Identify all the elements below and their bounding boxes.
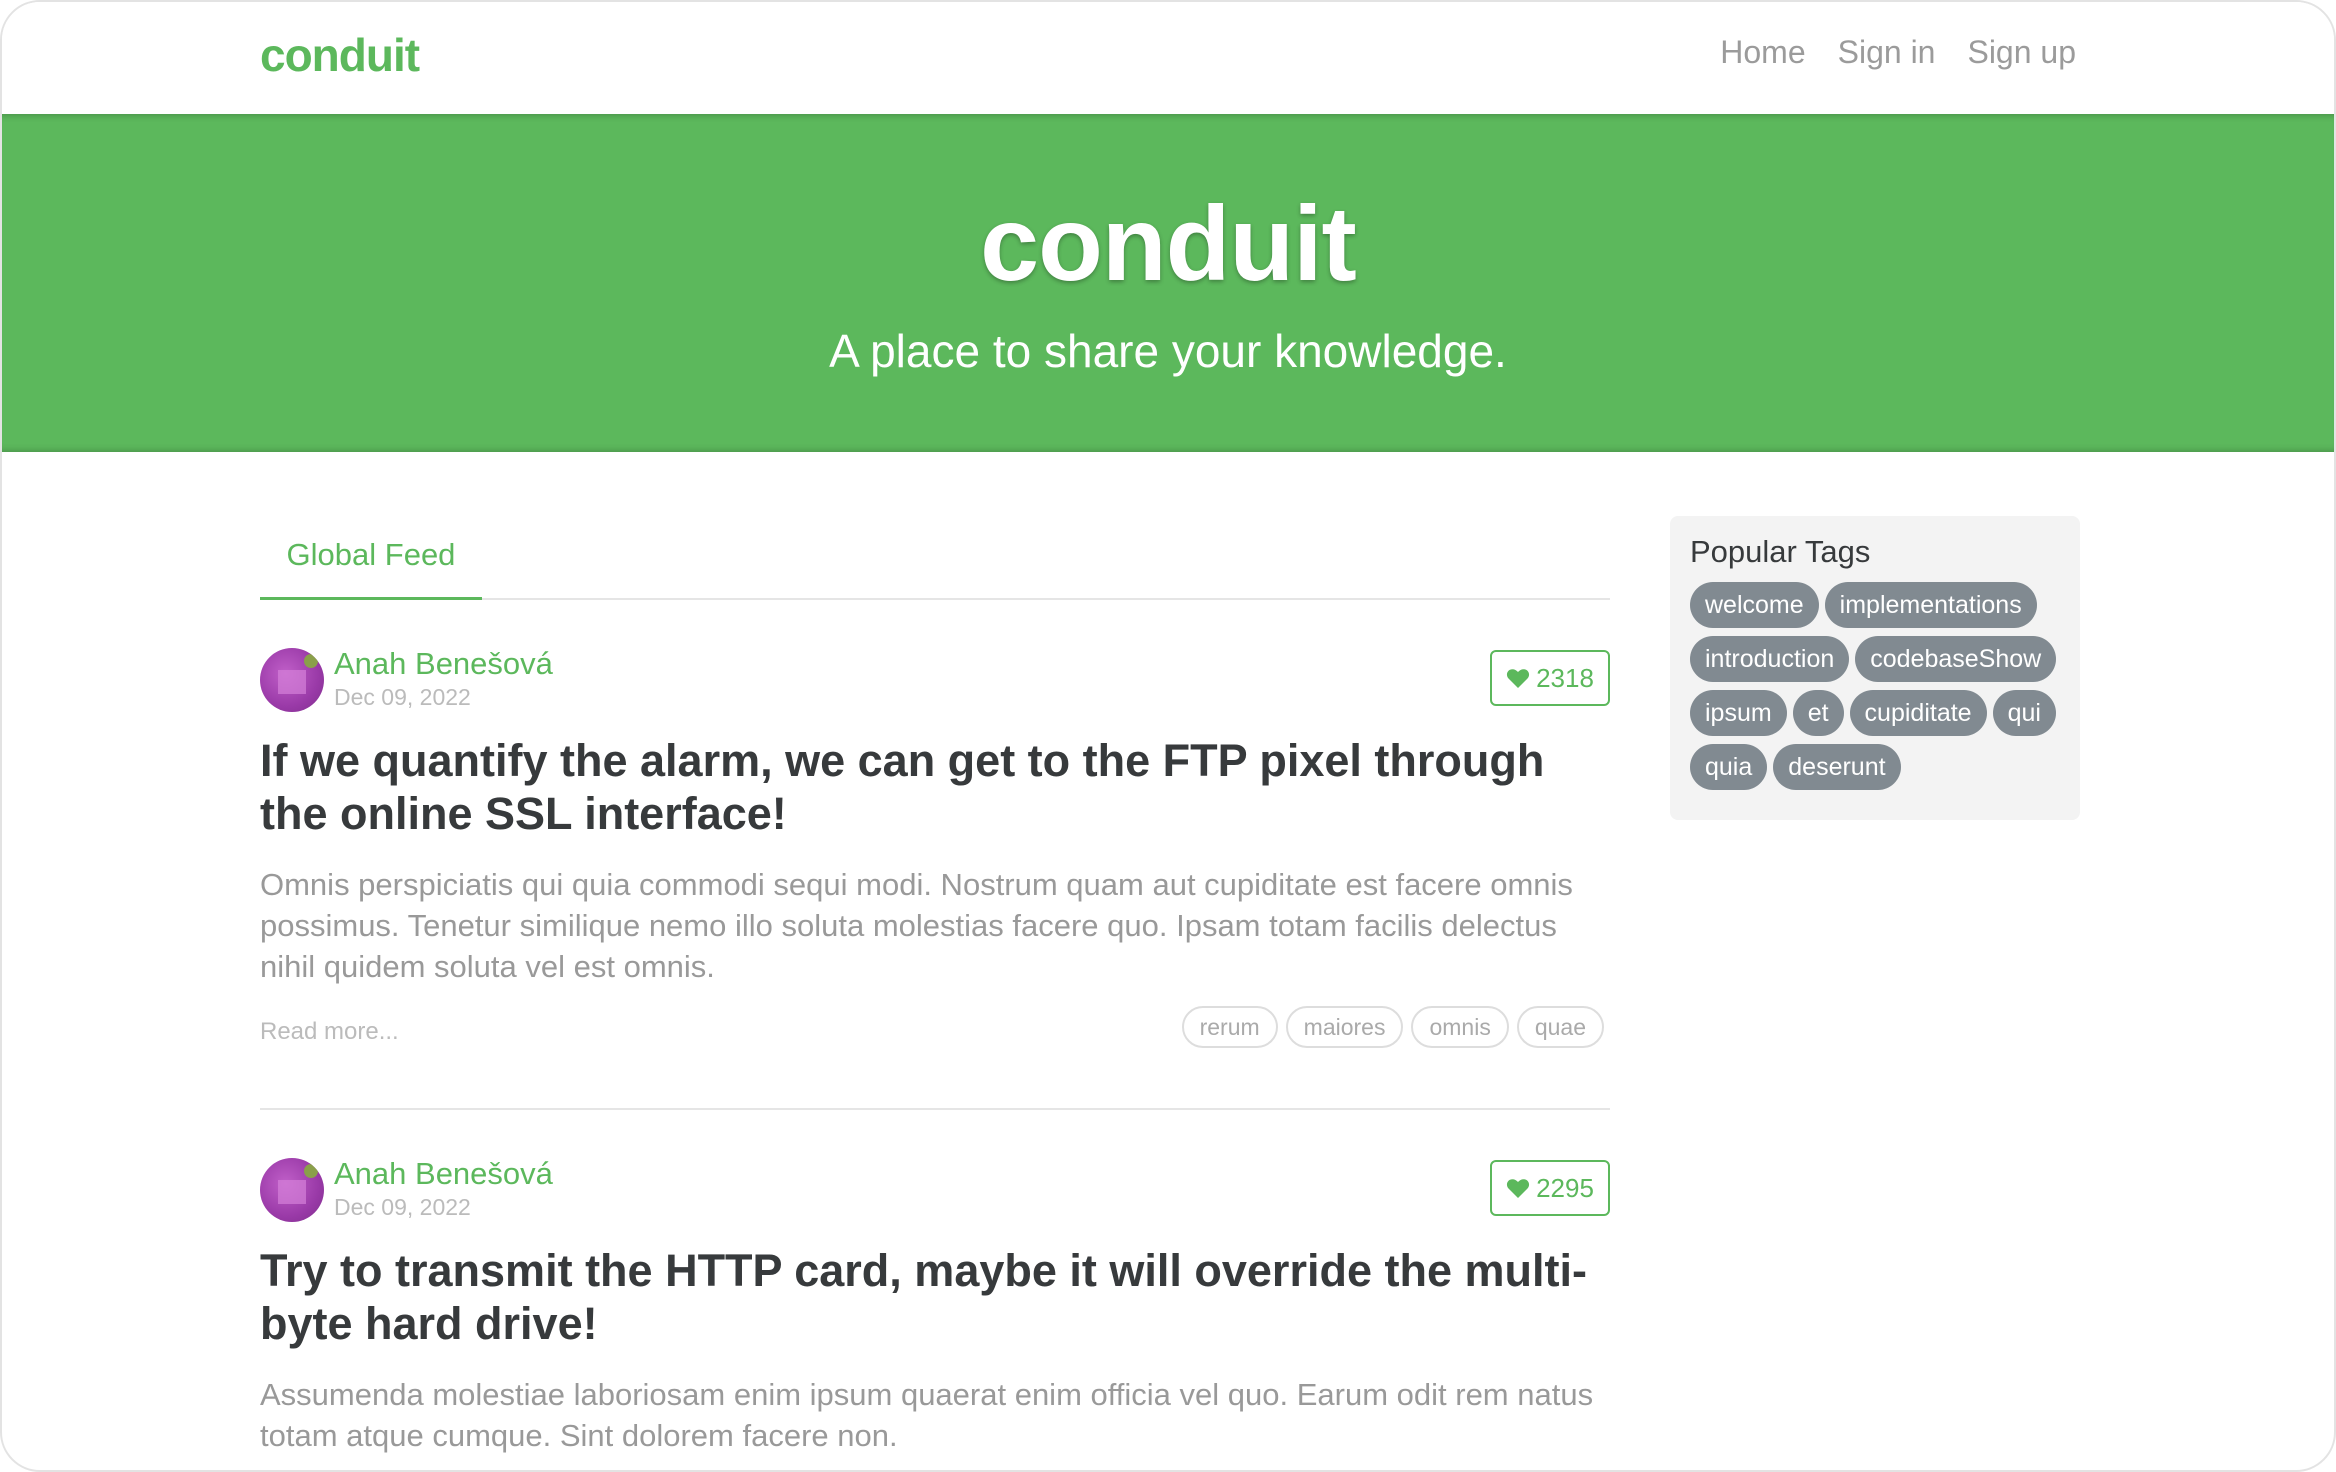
heart-icon [1507, 669, 1530, 688]
tag-pill[interactable]: welcome [1690, 582, 1819, 628]
tag-pill[interactable]: codebaseShow [1855, 636, 2057, 682]
article-feed: Global Feed Anah Benešová Dec 09, 2022 2… [260, 512, 1610, 1470]
tag-pill[interactable]: quia [1690, 744, 1768, 790]
tag-rerum[interactable]: rerum [1181, 1006, 1278, 1048]
banner-subtitle: A place to share your knowledge. [829, 325, 1507, 377]
article-tag-list: rerum maiores omnis quae [1181, 1006, 1604, 1048]
tag-pill[interactable]: cupiditate [1849, 690, 1987, 736]
tag-quae[interactable]: quae [1516, 1006, 1604, 1048]
article-title[interactable]: If we quantify the alarm, we can get to … [260, 698, 1610, 840]
tag-pill[interactable]: ipsum [1690, 690, 1787, 736]
nav-sign-in-link[interactable]: Sign in [1838, 34, 1936, 71]
favorite-count: 2295 [1536, 1172, 1594, 1203]
tab-global-feed[interactable]: Global Feed [260, 512, 482, 600]
favorite-count: 2318 [1536, 662, 1594, 693]
read-more-link[interactable]: Read more... [260, 1018, 399, 1046]
nav-sign-up-link[interactable]: Sign up [1967, 34, 2076, 71]
tag-pill[interactable]: introduction [1690, 636, 1850, 682]
author-link[interactable]: Anah Benešová [334, 1156, 553, 1192]
nav-links: Home Sign in Sign up [1720, 34, 2076, 71]
author-link[interactable]: Anah Benešová [334, 646, 553, 682]
tag-maiores[interactable]: maiores [1285, 1006, 1404, 1048]
brand-logo[interactable]: conduit [260, 28, 420, 82]
tag-pill[interactable]: et [1792, 690, 1844, 736]
hero-banner: conduit A place to share your knowledge. [2, 114, 2334, 452]
nav-home-link[interactable]: Home [1720, 34, 1805, 71]
popular-tags-sidebar: Popular Tags welcome implementations int… [1670, 516, 2080, 820]
tag-pill[interactable]: implementations [1824, 582, 2037, 628]
feed-toggle: Global Feed [260, 512, 1610, 600]
article-preview: Anah Benešová Dec 09, 2022 2295 Try to t… [260, 1110, 1610, 1470]
app-window: conduit Home Sign in Sign up conduit A p… [0, 0, 2336, 1472]
sidebar-title: Popular Tags [1690, 534, 1871, 569]
article-preview: Anah Benešová Dec 09, 2022 2318 If we qu… [260, 600, 1610, 1110]
tag-omnis[interactable]: omnis [1411, 1006, 1509, 1048]
tag-pill[interactable]: qui [1992, 690, 2056, 736]
tag-cloud: welcome implementations introduction cod… [1690, 582, 2060, 790]
heart-icon [1507, 1179, 1530, 1198]
article-title[interactable]: Try to transmit the HTTP card, maybe it … [260, 1208, 1610, 1350]
tag-pill[interactable]: deserunt [1773, 744, 1901, 790]
article-description: Omnis perspiciatis qui quia commodi sequ… [260, 867, 1573, 984]
article-description: Assumenda molestiae laboriosam enim ipsu… [260, 1377, 1594, 1453]
banner-title: conduit [980, 185, 1357, 303]
navbar: conduit Home Sign in Sign up [2, 2, 2334, 114]
